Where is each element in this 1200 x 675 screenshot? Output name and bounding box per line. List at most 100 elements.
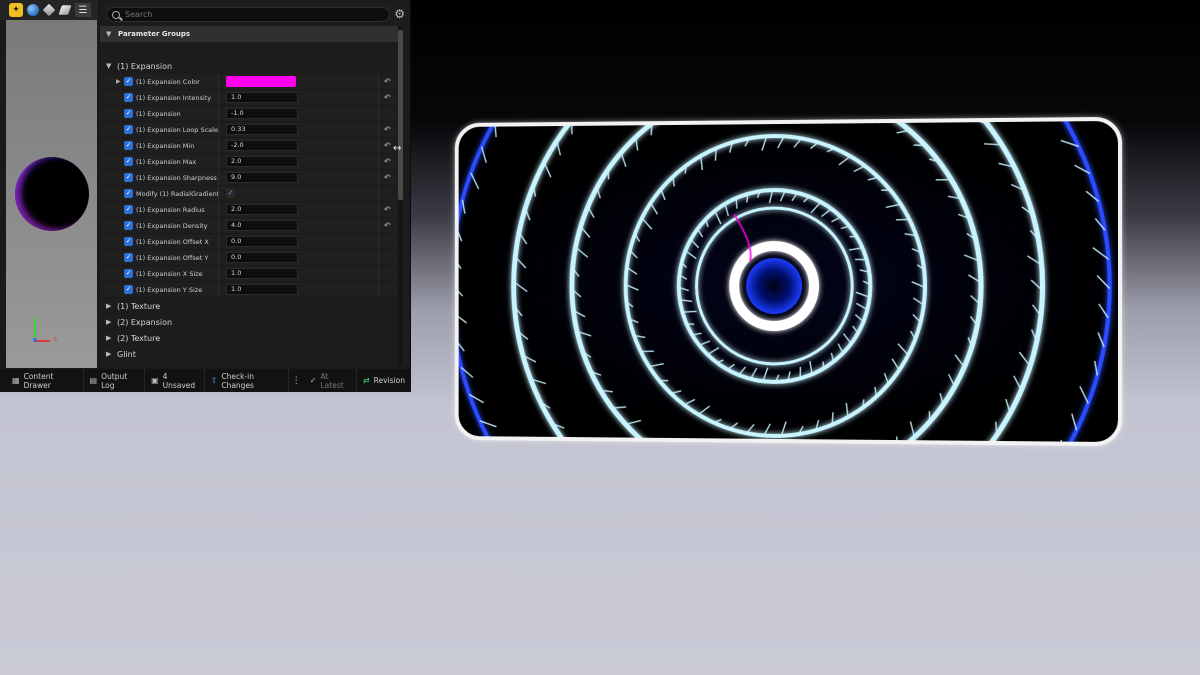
param-value-field[interactable]: -2.0 bbox=[226, 140, 298, 151]
column-divider[interactable] bbox=[218, 122, 219, 138]
param-value-field[interactable]: 9.0 bbox=[226, 172, 298, 183]
tunnel-spike bbox=[626, 420, 641, 424]
column-divider[interactable] bbox=[218, 170, 219, 186]
param-enable-checkbox[interactable]: ✓ bbox=[124, 109, 133, 118]
preview-viewport[interactable]: L bbox=[6, 20, 97, 368]
sphere-preview-icon[interactable] bbox=[27, 4, 39, 16]
category-row[interactable]: ▶ Glint bbox=[100, 346, 398, 362]
scrollbar-thumb[interactable] bbox=[398, 30, 403, 200]
param-row[interactable]: ✓ Modify (1) RadialGradient... ✓ bbox=[100, 186, 398, 202]
param-enable-checkbox[interactable]: ✓ bbox=[124, 157, 133, 166]
details-scrollbar[interactable] bbox=[398, 26, 403, 366]
param-name: (1) Expansion Density bbox=[136, 221, 208, 230]
search-box[interactable] bbox=[106, 7, 390, 22]
param-enable-checkbox[interactable]: ✓ bbox=[124, 253, 133, 262]
column-divider bbox=[378, 154, 379, 170]
param-bool-checkbox[interactable]: ✓ bbox=[226, 189, 235, 198]
param-row[interactable]: ✓ (1) Expansion Sharpness 9.0 ↶ bbox=[100, 170, 398, 186]
param-row[interactable]: ✓ (1) Expansion Min -2.0 ↶ bbox=[100, 138, 398, 154]
column-divider[interactable] bbox=[218, 138, 219, 154]
param-value-field[interactable]: 2.0 bbox=[226, 204, 298, 215]
reset-to-default-icon[interactable]: ↶ bbox=[384, 77, 391, 86]
param-value-field[interactable]: 0.0 bbox=[226, 236, 298, 247]
unsaved-button[interactable]: ▣ 4 Unsaved bbox=[145, 369, 205, 392]
content-drawer-button[interactable]: ▦ Content Drawer bbox=[6, 369, 84, 392]
param-row[interactable]: ✓ (1) Expansion Intensity 1.0 ↶ bbox=[100, 90, 398, 106]
tunnel-spike bbox=[955, 355, 964, 367]
param-row[interactable]: ✓ (1) Expansion Y Size 1.0 bbox=[100, 282, 398, 298]
category-1-expansion[interactable]: ▼ (1) Expansion bbox=[100, 58, 398, 74]
checkin-button[interactable]: ⇧ Check-in Changes bbox=[205, 369, 289, 392]
at-latest-button[interactable]: ✓ At Latest bbox=[304, 369, 357, 392]
column-divider[interactable] bbox=[218, 106, 219, 122]
param-value-field[interactable]: 1.0 bbox=[226, 92, 298, 103]
tunnel-spike bbox=[831, 217, 841, 222]
reset-to-default-icon[interactable]: ↶ bbox=[384, 125, 391, 134]
reset-to-default-icon[interactable]: ↶ bbox=[384, 157, 391, 166]
param-value-field[interactable]: 4.0 bbox=[226, 220, 298, 231]
param-value-field[interactable]: 2.0 bbox=[226, 156, 298, 167]
param-value-field[interactable]: 1.0 bbox=[226, 268, 298, 279]
search-input[interactable] bbox=[125, 10, 365, 19]
eraser-icon[interactable] bbox=[58, 5, 72, 15]
revision-button[interactable]: ⇄ Revision bbox=[357, 369, 411, 392]
category-row[interactable]: ▶ (2) Expansion bbox=[100, 314, 398, 330]
param-row[interactable]: ✓ (1) Expansion -1.0 bbox=[100, 106, 398, 122]
param-value-field[interactable]: 0.0 bbox=[226, 252, 298, 263]
column-divider[interactable] bbox=[218, 266, 219, 282]
param-row[interactable]: ✓ (1) Expansion X Size 1.0 bbox=[100, 266, 398, 282]
column-divider[interactable] bbox=[218, 202, 219, 218]
chevron-right-icon[interactable]: ▶ bbox=[116, 78, 121, 85]
reset-to-default-icon[interactable]: ↶ bbox=[384, 221, 391, 230]
reset-to-default-icon[interactable]: ↶ bbox=[384, 173, 391, 182]
param-enable-checkbox[interactable]: ✓ bbox=[124, 77, 133, 86]
param-row[interactable]: ✓ (1) Expansion Radius 2.0 ↶ bbox=[100, 202, 398, 218]
more-options-icon[interactable]: ⋮ bbox=[289, 376, 304, 386]
param-row[interactable]: ✓ (1) Expansion Offset Y 0.0 bbox=[100, 250, 398, 266]
output-log-button[interactable]: ▤ Output Log bbox=[84, 369, 146, 392]
param-row[interactable]: ✓ (1) Expansion Max 2.0 ↶ bbox=[100, 154, 398, 170]
category-row[interactable]: ▶ (2) Texture bbox=[100, 330, 398, 346]
column-divider[interactable] bbox=[218, 218, 219, 234]
param-enable-checkbox[interactable]: ✓ bbox=[124, 93, 133, 102]
output-log-label: Output Log bbox=[101, 371, 128, 390]
param-enable-checkbox[interactable]: ✓ bbox=[124, 173, 133, 182]
param-enable-checkbox[interactable]: ✓ bbox=[124, 269, 133, 278]
param-enable-checkbox[interactable]: ✓ bbox=[124, 237, 133, 246]
param-enable-checkbox[interactable]: ✓ bbox=[124, 205, 133, 214]
reset-to-default-icon[interactable]: ↶ bbox=[384, 93, 391, 102]
revision-label: Revision bbox=[373, 376, 405, 385]
category-row[interactable]: ▶ (1) Texture bbox=[100, 298, 398, 314]
param-value-field[interactable]: -1.0 bbox=[226, 108, 298, 119]
param-enable-checkbox[interactable]: ✓ bbox=[124, 141, 133, 150]
parameter-groups-header[interactable]: ▼ Parameter Groups bbox=[100, 26, 398, 42]
column-divider[interactable] bbox=[218, 234, 219, 250]
param-value-field[interactable]: 0.33 bbox=[226, 124, 298, 135]
column-divider[interactable] bbox=[218, 74, 219, 90]
reset-to-default-icon[interactable]: ↶ bbox=[384, 141, 391, 150]
param-row[interactable]: ▶ ✓ (1) Expansion Color ↶ bbox=[100, 74, 398, 90]
param-row[interactable]: ✓ (1) Expansion Density 4.0 ↶ bbox=[100, 218, 398, 234]
column-divider[interactable] bbox=[218, 186, 219, 202]
param-row[interactable]: ✓ (1) Expansion Loop Scale 0.33 ↶ bbox=[100, 122, 398, 138]
param-enable-checkbox[interactable]: ✓ bbox=[124, 189, 133, 198]
column-divider[interactable] bbox=[218, 282, 219, 298]
tunnel-spike bbox=[898, 344, 908, 355]
param-enable-checkbox[interactable]: ✓ bbox=[124, 221, 133, 230]
hamburger-menu-icon[interactable]: ☰ bbox=[75, 3, 91, 17]
gear-icon[interactable]: ⚙ bbox=[394, 8, 405, 20]
tunnel-spike bbox=[699, 341, 710, 345]
param-name: (1) Expansion Color bbox=[136, 77, 200, 86]
param-enable-checkbox[interactable]: ✓ bbox=[124, 125, 133, 134]
param-row[interactable]: ✓ (1) Expansion Offset X 0.0 bbox=[100, 234, 398, 250]
column-divider[interactable] bbox=[218, 250, 219, 266]
param-value-field[interactable]: 1.0 bbox=[226, 284, 298, 295]
tunnel-spike bbox=[581, 227, 590, 238]
column-divider[interactable] bbox=[218, 90, 219, 106]
column-divider[interactable] bbox=[218, 154, 219, 170]
reset-to-default-icon[interactable]: ↶ bbox=[384, 205, 391, 214]
cube-preview-icon[interactable] bbox=[42, 3, 56, 17]
material-logo-icon[interactable]: ✦ bbox=[9, 3, 23, 17]
param-enable-checkbox[interactable]: ✓ bbox=[124, 285, 133, 294]
color-swatch[interactable] bbox=[226, 76, 296, 87]
